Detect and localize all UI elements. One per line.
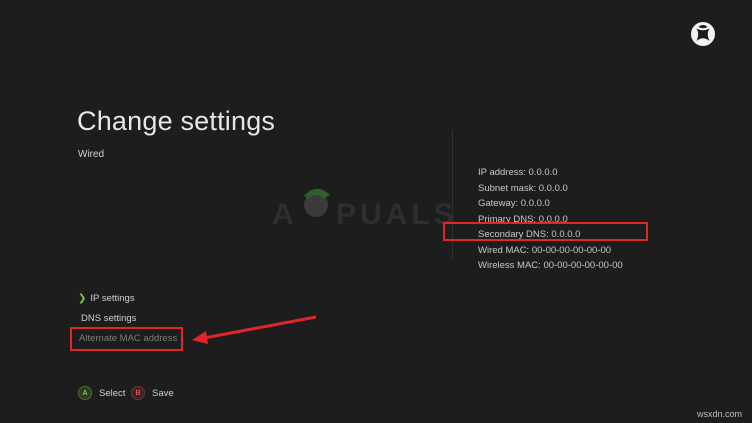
- svg-text:A: A: [272, 198, 298, 231]
- select-button[interactable]: A Select: [78, 386, 125, 400]
- wireless-mac: Wireless MAC: 00-00-00-00-00-00: [478, 260, 623, 271]
- chevron-right-icon: ❯: [78, 293, 87, 304]
- network-info-panel: IP address: 0.0.0.0 Subnet mask: 0.0.0.0…: [478, 165, 623, 274]
- a-button-icon: A: [78, 386, 92, 400]
- ip-address: IP address: 0.0.0.0: [478, 167, 558, 178]
- red-arrow: [192, 315, 317, 344]
- subnet-mask: Subnet mask: 0.0.0.0: [478, 182, 568, 194]
- wired-mac-highlight: [443, 222, 648, 241]
- save-label: Save: [152, 387, 174, 399]
- menu-item-label: IP settings: [90, 293, 135, 304]
- save-button[interactable]: B Save: [131, 386, 174, 400]
- select-label: Select: [99, 387, 126, 399]
- menu-item-dns-settings[interactable]: DNS settings: [81, 313, 136, 324]
- menu-item-ip-settings[interactable]: ❯ IP settings: [78, 293, 135, 304]
- wired-mac: Wired MAC: 00-00-00-00-00-00: [478, 244, 612, 256]
- appuals-watermark: A PUALS: [272, 188, 458, 231]
- svg-text:PUALS: PUALS: [336, 198, 458, 231]
- menu-item-label: DNS settings: [81, 313, 137, 324]
- alternate-mac-highlight: [70, 327, 183, 351]
- page-title: Change settings: [77, 106, 276, 136]
- connection-type: Wired: [78, 149, 105, 160]
- gateway: Gateway: 0.0.0.0: [478, 198, 550, 209]
- site-watermark: wsxdn.com: [696, 409, 742, 419]
- b-button-icon: B: [131, 386, 145, 400]
